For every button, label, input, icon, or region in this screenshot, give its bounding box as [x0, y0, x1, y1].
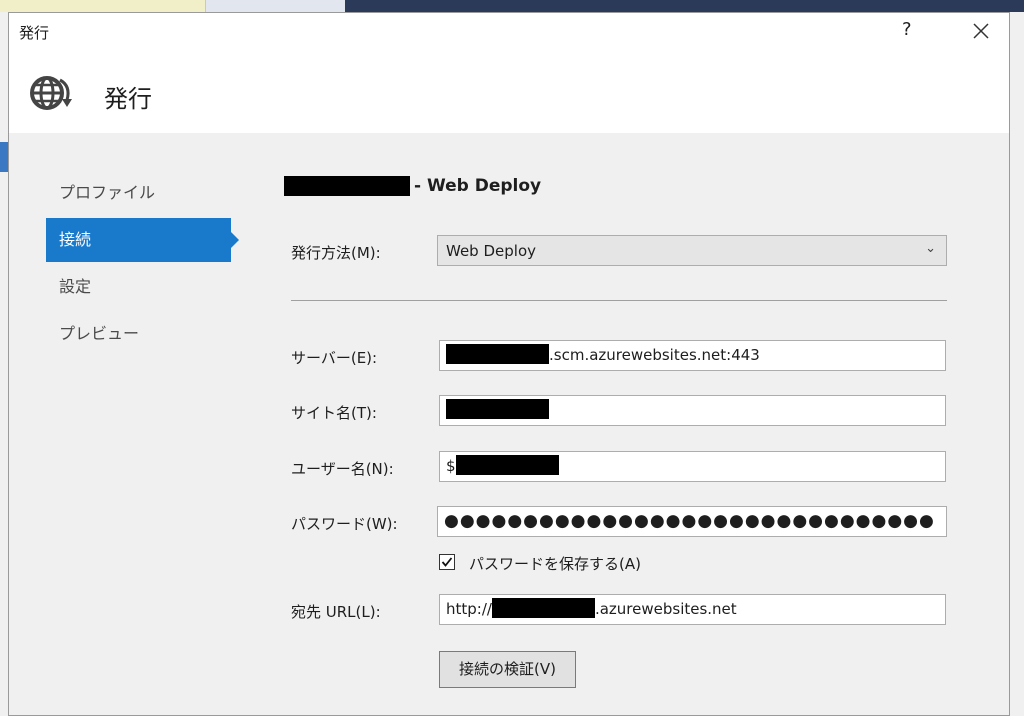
divider: [291, 300, 947, 301]
checkmark-icon: [441, 557, 453, 567]
site-name-input[interactable]: [439, 395, 946, 426]
background-tab: [0, 0, 205, 12]
publish-method-value: Web Deploy: [446, 242, 536, 260]
password-input[interactable]: ●●●●●●●●●●●●●●●●●●●●●●●●●●●●●●●: [437, 506, 947, 537]
sidebar-item-settings[interactable]: 設定: [46, 265, 231, 309]
redacted-block: [446, 344, 549, 364]
site-name-label: サイト名(T):: [291, 404, 377, 422]
username-prefix: $: [446, 457, 456, 475]
header-title: 発行: [104, 85, 152, 113]
publish-method-label: 発行方法(M):: [291, 244, 381, 262]
password-label: パスワード(W):: [291, 515, 398, 533]
username-input[interactable]: $: [439, 451, 946, 482]
globe-publish-icon: [27, 72, 75, 114]
publish-dialog: 発行 ? 発行 プロファイル 接続 設定 プレビュー - Web Deploy …: [8, 12, 1010, 716]
redacted-block: [455, 455, 559, 475]
background-tab: [345, 0, 1024, 12]
chevron-down-icon: ⌄: [925, 241, 936, 256]
server-value-suffix: .scm.azurewebsites.net:443: [549, 346, 760, 364]
destination-url-input[interactable]: http:// .azurewebsites.net: [439, 594, 946, 625]
sidebar-item-connection[interactable]: 接続: [46, 218, 239, 262]
close-icon: [973, 23, 989, 39]
url-suffix: .azurewebsites.net: [594, 600, 737, 618]
save-password-checkbox[interactable]: [439, 554, 455, 570]
title-bar: 発行 ?: [9, 13, 1009, 51]
sidebar-item-preview[interactable]: プレビュー: [46, 312, 231, 356]
background-tab: [205, 0, 346, 12]
server-label: サーバー(E):: [291, 349, 378, 367]
url-prefix: http://: [446, 600, 492, 618]
username-label: ユーザー名(N):: [291, 460, 394, 478]
redacted-block: [491, 598, 595, 618]
background-window-edge: [0, 12, 8, 716]
redacted-block: [284, 176, 410, 196]
server-input[interactable]: .scm.azurewebsites.net:443: [439, 340, 946, 371]
close-button[interactable]: [967, 17, 995, 45]
sidebar-nav: プロファイル 接続 設定 プレビュー: [46, 171, 246, 359]
help-button[interactable]: ?: [902, 19, 912, 40]
redacted-block: [446, 399, 549, 419]
background-window-edge: [1010, 12, 1024, 716]
dialog-header: 発行: [9, 51, 1009, 133]
profile-title: - Web Deploy: [284, 176, 541, 196]
background-window-strip: [0, 0, 1024, 12]
window-title: 発行: [19, 24, 50, 42]
validate-connection-button[interactable]: 接続の検証(V): [439, 651, 576, 688]
publish-method-select[interactable]: Web Deploy ⌄: [437, 235, 947, 266]
save-password-label: パスワードを保存する(A): [469, 555, 641, 573]
destination-url-label: 宛先 URL(L):: [291, 603, 381, 621]
sidebar-item-profile[interactable]: プロファイル: [46, 171, 231, 215]
profile-title-suffix: - Web Deploy: [414, 176, 542, 196]
